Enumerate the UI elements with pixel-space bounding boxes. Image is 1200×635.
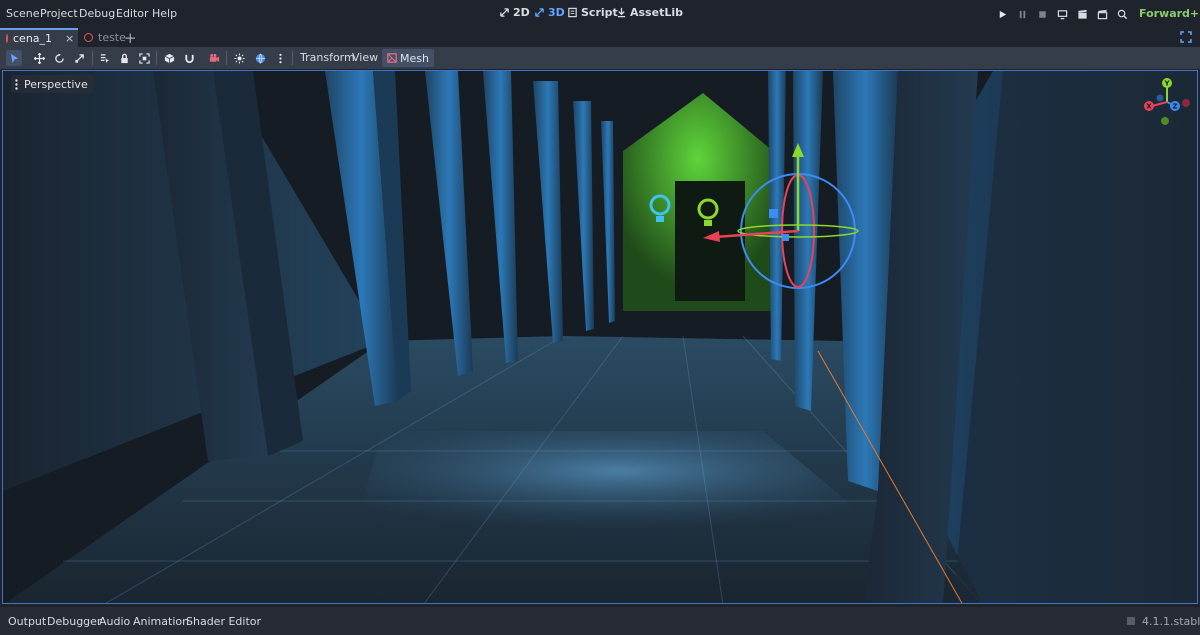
toolbar-separator: [292, 51, 293, 65]
renderer-selector[interactable]: Forward+: [1139, 7, 1199, 20]
workspace-script-button[interactable]: Script: [567, 6, 618, 19]
rotate-icon: [54, 52, 64, 63]
workspace-2d-label: 2D: [513, 6, 530, 19]
assetlib-icon: [617, 7, 626, 18]
workspace-3d-label: 3D: [548, 6, 565, 19]
movie-maker-button[interactable]: [1113, 6, 1131, 22]
snap-button[interactable]: [181, 50, 197, 66]
workspace-assetlib-label: AssetLib: [630, 6, 683, 19]
mesh-menu-label: Mesh: [400, 51, 429, 65]
lock-icon: [120, 53, 128, 63]
local-space-button[interactable]: [161, 50, 177, 66]
menu-debug[interactable]: Debug: [79, 7, 115, 20]
mesh-menu[interactable]: Mesh: [382, 49, 434, 67]
select-mode-button[interactable]: [6, 50, 22, 66]
add-scene-tab-button[interactable]: +: [124, 29, 137, 47]
scene-tab-bar: cena_1 × teste +: [0, 28, 1200, 47]
magnet-icon: [184, 54, 194, 63]
lock-button[interactable]: [116, 50, 132, 66]
play-custom-scene-button[interactable]: [1093, 6, 1111, 22]
close-tab-icon[interactable]: ×: [65, 32, 74, 45]
tab-output[interactable]: Output: [8, 615, 46, 628]
stop-icon: [1038, 10, 1046, 18]
move-mode-button[interactable]: [31, 50, 47, 66]
kebab-menu-icon: [15, 78, 18, 90]
scale-mode-button[interactable]: [71, 50, 87, 66]
play-icon: [999, 10, 1006, 18]
view-axis-gizmo[interactable]: Y X Z: [1141, 76, 1193, 128]
tab-audio[interactable]: Audio: [99, 615, 130, 628]
editor-toolbar: Transform View Mesh: [0, 47, 1200, 69]
pause-icon: [1019, 10, 1025, 18]
sun-icon: [233, 52, 245, 64]
axis-y-label: Y: [1163, 80, 1170, 88]
pause-button[interactable]: [1013, 6, 1031, 22]
play-button[interactable]: [993, 6, 1011, 22]
remote-debug-icon: [1057, 9, 1067, 19]
workspace-script-label: Script: [581, 6, 618, 19]
axis-z-label: Z: [1172, 103, 1177, 111]
workspace-3d-button[interactable]: 3D: [534, 6, 565, 19]
cube-icon: [164, 53, 174, 63]
toolbar-separator: [226, 51, 227, 65]
movie-maker-icon: [1117, 9, 1127, 19]
workspace-assetlib-button[interactable]: AssetLib: [616, 6, 683, 19]
menu-help[interactable]: Help: [152, 7, 177, 20]
workspace-2d-button[interactable]: 2D: [499, 6, 530, 19]
group-icon: [138, 52, 150, 64]
menu-scene[interactable]: Scene: [6, 7, 40, 20]
script-icon: [568, 7, 577, 18]
scene-root-icon: [6, 34, 8, 43]
version-label[interactable]: 4.1.1.stable: [1142, 615, 1200, 628]
tab-shader-editor[interactable]: Shader Editor: [186, 615, 261, 628]
version-icon: [1127, 617, 1135, 625]
preview-camera-button[interactable]: [206, 50, 222, 66]
bottom-panel-bar: Output Debugger Audio Animation Shader E…: [0, 607, 1200, 635]
menu-editor[interactable]: Editor: [116, 7, 149, 20]
scene-tab-cena-1[interactable]: cena_1 ×: [0, 28, 78, 47]
list-select-button[interactable]: [96, 50, 112, 66]
environment-options-button[interactable]: [272, 50, 288, 66]
toolbar-separator: [92, 51, 93, 65]
tab-debugger[interactable]: Debugger: [47, 615, 101, 628]
distraction-free-icon[interactable]: [1180, 31, 1192, 43]
mesh-icon: [387, 53, 397, 63]
group-button[interactable]: [136, 50, 152, 66]
3d-viewport[interactable]: Perspective Y X Z: [2, 70, 1198, 604]
tab-animation[interactable]: Animation: [133, 615, 189, 628]
play-scene-button[interactable]: [1073, 6, 1091, 22]
clapper-custom-icon: [1097, 9, 1107, 19]
transform-menu[interactable]: Transform: [300, 51, 355, 64]
view-menu[interactable]: View: [352, 51, 378, 64]
perspective-menu-button[interactable]: Perspective: [11, 75, 94, 93]
scale-icon: [74, 53, 84, 63]
axis-neg-y-handle[interactable]: [1161, 117, 1169, 125]
camera-icon: [209, 53, 219, 62]
preview-sun-button[interactable]: [231, 50, 247, 66]
clapper-icon: [1077, 9, 1087, 19]
scene-tab-label: cena_1: [13, 32, 53, 45]
cursor-icon: [10, 53, 18, 63]
axis-neg-x-handle[interactable]: [1182, 99, 1190, 107]
stop-button[interactable]: [1033, 6, 1051, 22]
2d-icon: [500, 8, 509, 17]
axis-neg-z-handle[interactable]: [1156, 94, 1164, 102]
list-select-icon: [100, 53, 109, 63]
menu-bar: Scene Project Debug Editor Help 2D 3D Sc…: [0, 0, 1200, 28]
axis-x-label: X: [1146, 103, 1152, 111]
toolbar-separator: [156, 51, 157, 65]
scene-render[interactable]: [3, 71, 1198, 604]
kebab-menu-icon: [278, 53, 282, 63]
move-icon: [33, 52, 45, 64]
3d-icon: [535, 8, 544, 17]
rotate-mode-button[interactable]: [51, 50, 67, 66]
scene-root-icon: [84, 33, 93, 42]
perspective-label: Perspective: [24, 77, 88, 91]
globe-icon: [255, 53, 265, 64]
remote-debug-button[interactable]: [1053, 6, 1071, 22]
preview-environment-button[interactable]: [252, 50, 268, 66]
scene-tab-label: teste: [98, 31, 126, 44]
menu-project[interactable]: Project: [40, 7, 78, 20]
